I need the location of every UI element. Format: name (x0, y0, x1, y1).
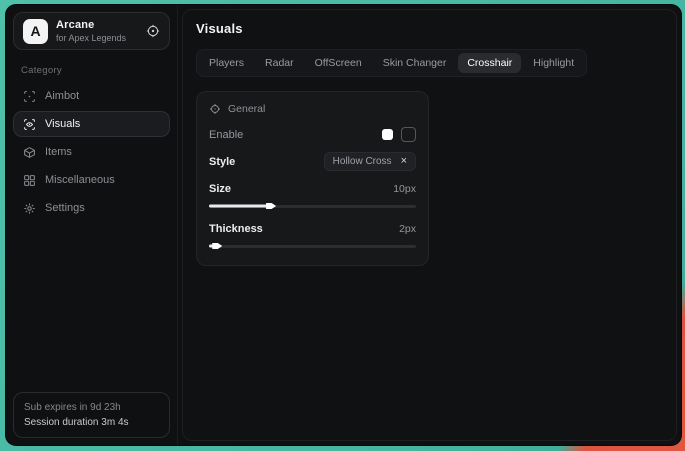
panel-title: General (228, 103, 265, 115)
sidebar-item-aimbot[interactable]: Aimbot (13, 83, 170, 109)
sub-expires-text: Sub expires in 9d 23h (24, 400, 159, 415)
tab-bar: Players Radar OffScreen Skin Changer Cro… (196, 49, 587, 77)
app-subtitle: for Apex Legends (56, 33, 138, 43)
session-duration-text: Session duration 3m 4s (24, 415, 159, 430)
items-box-icon (23, 146, 36, 159)
enable-keybind-box[interactable] (401, 127, 416, 142)
tab-skin-changer[interactable]: Skin Changer (374, 53, 456, 73)
clear-style-icon[interactable]: × (401, 156, 407, 167)
crosshair-icon[interactable] (146, 24, 160, 38)
style-select[interactable]: Hollow Cross × (324, 152, 416, 171)
visuals-eye-icon (23, 118, 36, 131)
slider-fill (209, 245, 217, 248)
sidebar-item-miscellaneous[interactable]: Miscellaneous (13, 167, 170, 193)
brand-text: Arcane for Apex Legends (56, 19, 138, 43)
style-label: Style (209, 156, 235, 168)
sidebar-item-label: Aimbot (45, 90, 79, 102)
style-row: Style Hollow Cross × (209, 152, 416, 171)
sidebar-item-label: Visuals (45, 118, 80, 130)
gear-icon (23, 202, 36, 215)
app-name: Arcane (56, 19, 138, 31)
sidebar-item-items[interactable]: Items (13, 139, 170, 165)
tab-radar[interactable]: Radar (256, 53, 303, 73)
main-pane: Visuals Players Radar OffScreen Skin Cha… (182, 9, 677, 441)
crosshair-target-icon (209, 103, 221, 115)
enable-label: Enable (209, 129, 243, 141)
enable-controls (382, 127, 416, 142)
thickness-slider[interactable] (209, 241, 416, 251)
panel-header: General (209, 103, 416, 115)
sidebar-item-label: Items (45, 146, 72, 158)
size-value: 10px (393, 183, 416, 195)
misc-grid-icon (23, 174, 36, 187)
thickness-label: Thickness (209, 223, 263, 235)
general-panel: General Enable Style Hollow Cross × Size… (196, 91, 429, 266)
slider-track (209, 245, 416, 248)
aimbot-crosshair-icon (23, 90, 36, 103)
slider-thumb[interactable] (266, 202, 276, 210)
size-label: Size (209, 183, 231, 195)
sidebar-spacer (13, 223, 170, 392)
app-window: A Arcane for Apex Legends Category (5, 4, 682, 446)
slider-thumb[interactable] (212, 242, 222, 250)
enable-checkbox[interactable] (382, 129, 393, 140)
category-label: Category (21, 65, 170, 76)
page-title: Visuals (196, 21, 663, 36)
sidebar-item-label: Miscellaneous (45, 174, 115, 186)
app-logo: A (23, 19, 48, 44)
tab-highlight[interactable]: Highlight (524, 53, 583, 73)
slider-fill (209, 205, 271, 208)
style-value: Hollow Cross (333, 156, 392, 167)
tab-crosshair[interactable]: Crosshair (458, 53, 521, 73)
tab-players[interactable]: Players (200, 53, 253, 73)
size-slider[interactable] (209, 201, 416, 211)
size-row: Size 10px (209, 183, 416, 195)
subscription-card: Sub expires in 9d 23h Session duration 3… (13, 392, 170, 438)
enable-row: Enable (209, 127, 416, 142)
sidebar: A Arcane for Apex Legends Category (6, 5, 178, 445)
thickness-value: 2px (399, 223, 416, 235)
sidebar-item-label: Settings (45, 202, 85, 214)
brand-card: A Arcane for Apex Legends (13, 12, 170, 50)
sidebar-item-settings[interactable]: Settings (13, 195, 170, 221)
sidebar-item-visuals[interactable]: Visuals (13, 111, 170, 137)
thickness-row: Thickness 2px (209, 223, 416, 235)
tab-offscreen[interactable]: OffScreen (306, 53, 371, 73)
